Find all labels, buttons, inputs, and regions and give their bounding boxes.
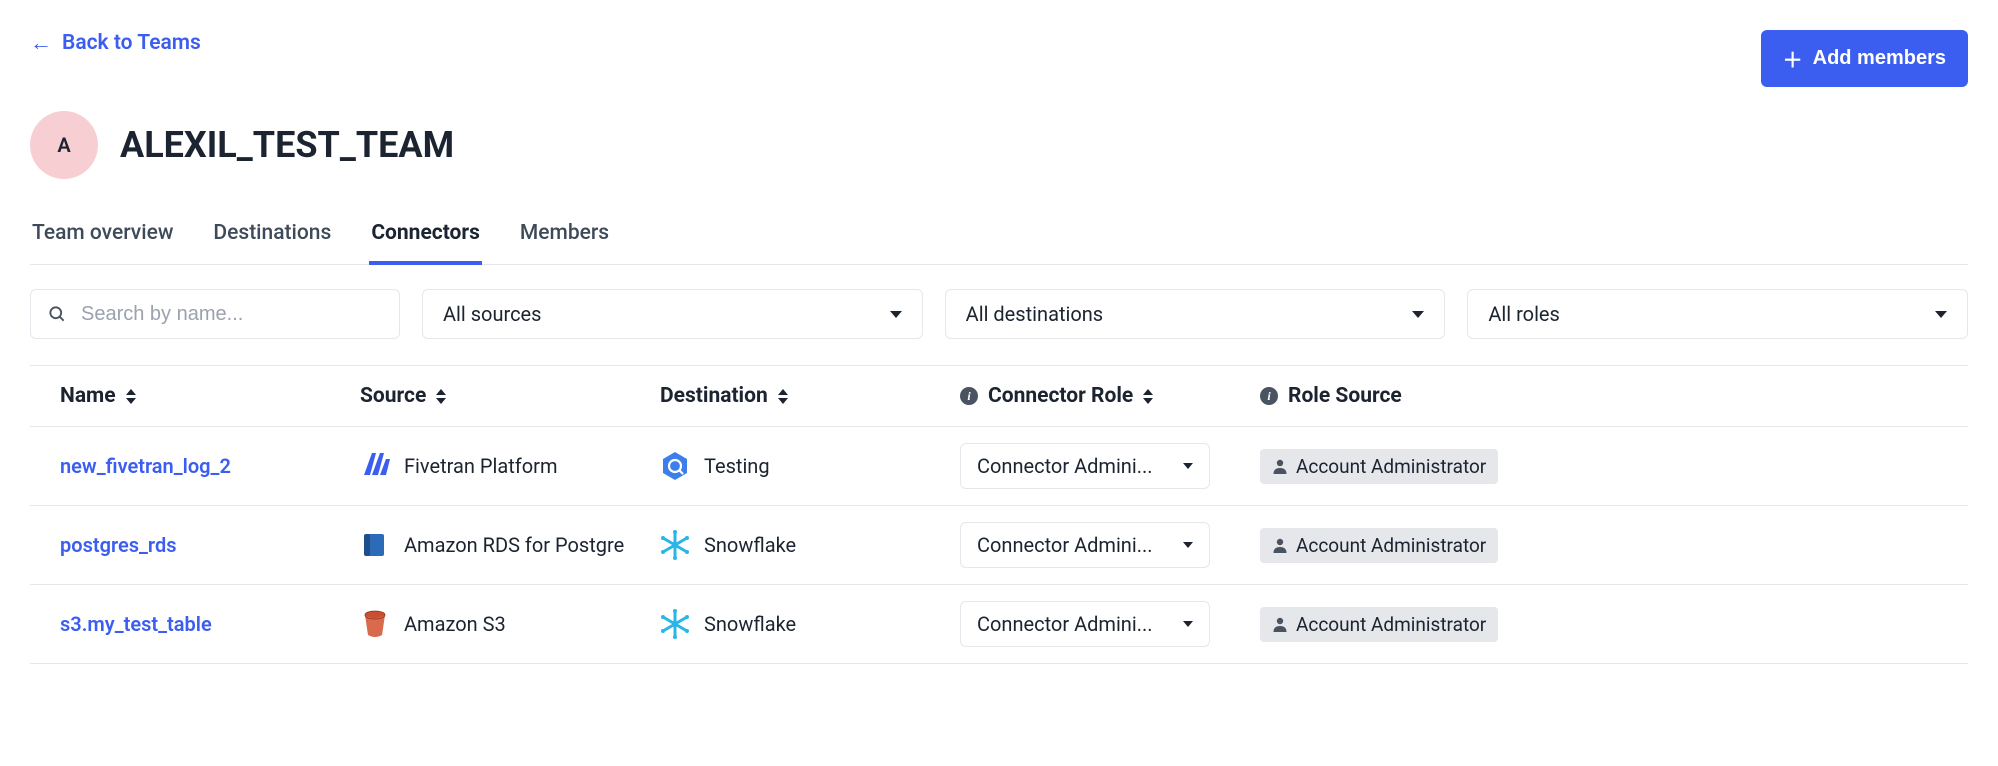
s3-icon	[360, 609, 390, 639]
chevron-down-icon	[1183, 463, 1193, 469]
team-title: ALEXIL_TEST_TEAM	[120, 124, 454, 166]
table-row: s3.my_test_table Amazon S3 Snowflake Con…	[30, 585, 1968, 664]
tab-connectors[interactable]: Connectors	[369, 221, 482, 265]
role-source-badge: Account Administrator	[1260, 528, 1498, 563]
role-value: Connector Admini...	[977, 533, 1153, 557]
chevron-down-icon	[890, 311, 902, 318]
source-label: Amazon S3	[404, 612, 506, 636]
info-icon: i	[1260, 387, 1278, 405]
add-members-button[interactable]: ＋ Add members	[1761, 30, 1968, 87]
destination-cell: Testing	[660, 451, 960, 481]
source-cell: Fivetran Platform	[360, 451, 660, 481]
role-value: Connector Admini...	[977, 454, 1153, 478]
table-row: new_fivetran_log_2 Fivetran Platform Tes…	[30, 427, 1968, 506]
tabs: Team overview Destinations Connectors Membe…	[30, 221, 1968, 265]
sort-icon	[778, 389, 788, 404]
sort-icon	[436, 389, 446, 404]
filter-sources[interactable]: All sources	[422, 289, 923, 339]
role-source-badge: Account Administrator	[1260, 449, 1498, 484]
tab-destinations[interactable]: Destinations	[211, 221, 333, 265]
search-input[interactable]	[81, 303, 383, 326]
role-source-cell: Account Administrator	[1260, 607, 1938, 642]
role-cell: Connector Admini...	[960, 601, 1260, 647]
filter-sources-label: All sources	[443, 302, 541, 326]
plus-icon: ＋	[1783, 44, 1803, 73]
source-label: Amazon RDS for Postgre	[404, 533, 624, 557]
rds-icon	[360, 530, 390, 560]
destination-label: Testing	[704, 454, 770, 478]
chevron-down-icon	[1183, 621, 1193, 627]
person-icon	[1272, 616, 1288, 632]
info-icon: i	[960, 387, 978, 405]
role-source-badge: Account Administrator	[1260, 607, 1498, 642]
chevron-down-icon	[1935, 311, 1947, 318]
destination-cell: Snowflake	[660, 530, 960, 560]
destination-label: Snowflake	[704, 533, 796, 557]
search-field-wrap[interactable]	[30, 289, 400, 339]
connector-role-select[interactable]: Connector Admini...	[960, 522, 1210, 568]
person-icon	[1272, 458, 1288, 474]
snowflake-icon	[660, 530, 690, 560]
source-cell: Amazon S3	[360, 609, 660, 639]
col-name[interactable]: Name	[60, 384, 360, 408]
connector-name-link[interactable]: new_fivetran_log_2	[60, 454, 360, 478]
avatar-letter: A	[57, 133, 70, 157]
bigquery-icon	[660, 451, 690, 481]
connector-role-select[interactable]: Connector Admini...	[960, 601, 1210, 647]
add-members-label: Add members	[1813, 47, 1946, 70]
role-source-label: Account Administrator	[1296, 613, 1486, 636]
chevron-down-icon	[1412, 311, 1424, 318]
filter-destinations[interactable]: All destinations	[945, 289, 1446, 339]
person-icon	[1272, 537, 1288, 553]
col-role-source: i Role Source	[1260, 384, 1938, 408]
col-connector-role[interactable]: i Connector Role	[960, 384, 1260, 408]
sort-icon	[126, 389, 136, 404]
source-cell: Amazon RDS for Postgre	[360, 530, 660, 560]
destination-cell: Snowflake	[660, 609, 960, 639]
fivetran-icon	[360, 451, 390, 481]
arrow-left-icon: ←	[30, 30, 52, 56]
sort-icon	[1143, 389, 1153, 404]
search-icon	[47, 304, 67, 324]
source-label: Fivetran Platform	[404, 454, 557, 478]
tab-team-overview[interactable]: Team overview	[30, 221, 175, 265]
connector-role-select[interactable]: Connector Admini...	[960, 443, 1210, 489]
back-to-teams-link[interactable]: ← Back to Teams	[30, 30, 201, 56]
connector-name-link[interactable]: postgres_rds	[60, 533, 360, 557]
team-avatar: A	[30, 111, 98, 179]
role-source-label: Account Administrator	[1296, 534, 1486, 557]
connectors-table: Name Source Destination i Connector Role…	[30, 365, 1968, 664]
col-source[interactable]: Source	[360, 384, 660, 408]
role-value: Connector Admini...	[977, 612, 1153, 636]
tab-members[interactable]: Members	[518, 221, 611, 265]
snowflake-icon	[660, 609, 690, 639]
filter-roles[interactable]: All roles	[1467, 289, 1968, 339]
role-source-label: Account Administrator	[1296, 455, 1486, 478]
role-cell: Connector Admini...	[960, 443, 1260, 489]
destination-label: Snowflake	[704, 612, 796, 636]
table-row: postgres_rds Amazon RDS for Postgre Snow…	[30, 506, 1968, 585]
role-source-cell: Account Administrator	[1260, 528, 1938, 563]
connector-name-link[interactable]: s3.my_test_table	[60, 612, 360, 636]
filter-roles-label: All roles	[1488, 302, 1560, 326]
role-cell: Connector Admini...	[960, 522, 1260, 568]
back-link-label: Back to Teams	[62, 31, 201, 55]
filter-destinations-label: All destinations	[966, 302, 1103, 326]
table-header: Name Source Destination i Connector Role…	[30, 366, 1968, 427]
chevron-down-icon	[1183, 542, 1193, 548]
col-destination[interactable]: Destination	[660, 384, 960, 408]
role-source-cell: Account Administrator	[1260, 449, 1938, 484]
